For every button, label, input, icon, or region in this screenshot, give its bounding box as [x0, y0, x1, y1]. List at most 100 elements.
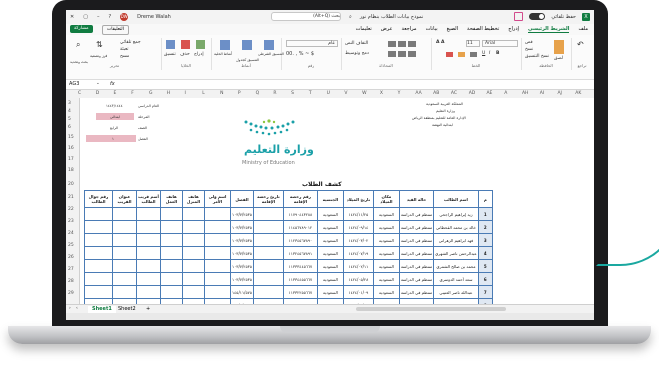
row-number-cell[interactable]: 1 — [477, 207, 493, 221]
row-header[interactable]: 26 — [68, 255, 74, 260]
row-header[interactable]: 22 — [68, 207, 74, 212]
row-header[interactable]: 25 — [68, 243, 74, 248]
close-icon[interactable]: ✕ — [70, 14, 74, 20]
table-cell[interactable] — [84, 220, 113, 234]
clear-button[interactable]: مسح — [120, 54, 129, 59]
table-cell[interactable]: ١٠٣/٧/٢٥٣٥ — [230, 272, 254, 286]
column-header[interactable]: Q — [256, 91, 260, 96]
delete-cells-button[interactable]: حذف — [180, 52, 190, 57]
chevron-down-icon[interactable]: ⌄ — [96, 81, 100, 86]
help-icon[interactable]: ? — [108, 14, 111, 20]
table-cell[interactable]: ١٤٢٤/٠٣/٠٢ — [342, 233, 374, 247]
column-header[interactable]: R — [273, 91, 276, 96]
tab-review[interactable]: مراجعة — [402, 26, 417, 33]
insert-cells-button[interactable]: إدراج — [194, 52, 204, 57]
table-cell[interactable] — [160, 259, 183, 273]
table-cell[interactable]: سعد أحمد الدوسري — [433, 272, 479, 286]
table-cell[interactable] — [182, 220, 205, 234]
number-format-select[interactable]: عام — [286, 40, 338, 47]
align-right-icon[interactable] — [408, 51, 416, 57]
column-header[interactable]: N — [220, 91, 223, 96]
column-header[interactable]: X — [380, 91, 383, 96]
table-cell[interactable] — [252, 272, 284, 286]
table-cell[interactable] — [84, 246, 113, 260]
search-input[interactable]: بحث (Alt+Q) — [271, 12, 341, 21]
next-sheet-icon[interactable]: › — [76, 306, 78, 311]
tab-insert[interactable]: إدراج — [508, 26, 519, 33]
column-header[interactable]: V — [344, 91, 347, 96]
table-cell[interactable]: عبدالله ناصر العتيبي — [433, 285, 479, 299]
number-format-icons[interactable]: $ ~ % ‚ .00 — [286, 51, 314, 57]
table-cell[interactable] — [252, 246, 284, 260]
add-sheet-button[interactable]: + — [142, 306, 154, 313]
table-cell[interactable]: منتظم في الدراسة — [398, 220, 435, 234]
table-cell[interactable]: السعودية — [372, 272, 400, 286]
table-cell[interactable]: منتظم في الدراسة — [398, 285, 435, 299]
column-header[interactable]: W — [362, 91, 366, 96]
row-number-cell[interactable]: 4 — [477, 246, 493, 260]
table-cell[interactable] — [136, 220, 161, 234]
table-cell[interactable]: السعودية — [372, 246, 400, 260]
tab-page-layout[interactable]: تخطيط الصفحة — [467, 26, 499, 33]
table-cell[interactable]: السعودية — [316, 207, 344, 221]
align-center-icon[interactable] — [398, 51, 406, 57]
delete-cells-icon[interactable] — [181, 40, 190, 49]
restore-icon[interactable]: ▢ — [83, 14, 88, 20]
table-cell[interactable]: ١٤٢٤/٠١/٠٩ — [342, 285, 374, 299]
table-cell[interactable] — [204, 246, 231, 260]
row-header[interactable]: 18 — [68, 168, 74, 173]
tab-formulas[interactable]: الصيغ — [447, 26, 458, 33]
column-header[interactable]: U — [327, 91, 330, 96]
format-table-icon[interactable] — [242, 40, 252, 50]
table-cell[interactable]: منتظم في الدراسة — [398, 272, 435, 286]
column-header[interactable]: AC — [451, 91, 457, 96]
table-cell[interactable]: ١٠٣/٧/٢٥٣٥ — [230, 233, 254, 247]
table-cell[interactable]: ١٤٥/١١/٥٧٥ — [230, 285, 254, 299]
table-cell[interactable] — [204, 207, 231, 221]
autosum-button[interactable]: جمع تلقائي — [120, 40, 141, 45]
row-header[interactable]: 3 — [68, 101, 71, 106]
table-cell[interactable]: منتظم في الدراسة — [398, 233, 435, 247]
table-cell[interactable] — [136, 246, 161, 260]
merge-center-button[interactable]: دمج وتوسيط — [345, 51, 369, 56]
conditional-format-icon[interactable] — [264, 40, 274, 50]
row-header[interactable]: 4 — [68, 109, 71, 114]
underline-icon[interactable]: U — [482, 51, 485, 56]
table-cell[interactable]: خالد بن محمد القحطاني — [433, 220, 479, 234]
table-cell[interactable] — [160, 246, 183, 260]
table-cell[interactable]: منتظم في الدراسة — [398, 246, 435, 260]
table-cell[interactable]: السعودية — [372, 233, 400, 247]
table-cell[interactable] — [204, 259, 231, 273]
row-header[interactable]: 23 — [68, 219, 74, 224]
column-header[interactable]: C — [78, 91, 81, 96]
fx-icon[interactable]: fx — [110, 81, 115, 87]
column-header[interactable]: E — [114, 91, 117, 96]
bold-icon[interactable]: B — [496, 51, 499, 56]
table-cell[interactable] — [160, 207, 183, 221]
row-header[interactable]: 27 — [68, 267, 74, 272]
column-header[interactable]: AA — [415, 91, 421, 96]
align-bottom-icon[interactable] — [388, 41, 396, 47]
format-cells-button[interactable]: تنسيق — [164, 52, 176, 57]
table-cell[interactable]: عبدالرحمن ناصر الشهري — [433, 246, 479, 260]
conditional-format-button[interactable]: التنسيق الشرطي — [258, 52, 284, 56]
table-cell[interactable]: ١١٣٣٣٤٤٥٦٦٧ — [282, 259, 318, 273]
find-icon[interactable]: ⌕ — [76, 40, 80, 50]
tab-home[interactable]: الشريط الرئيسي — [527, 26, 570, 33]
horizontal-scrollbar[interactable] — [356, 307, 506, 311]
align-left-icon[interactable] — [388, 51, 396, 57]
row-number-cell[interactable]: 7 — [477, 285, 493, 299]
table-cell[interactable] — [112, 285, 137, 299]
table-cell[interactable] — [204, 285, 231, 299]
table-cell[interactable] — [182, 207, 205, 221]
table-cell[interactable]: السعودية — [372, 285, 400, 299]
tab-view[interactable]: عرض — [381, 26, 393, 33]
table-cell[interactable]: السعودية — [316, 220, 344, 234]
row-header[interactable]: 17 — [68, 157, 74, 162]
sort-filter-icon[interactable]: ⇅ — [96, 40, 103, 49]
table-cell[interactable] — [252, 259, 284, 273]
row-header[interactable]: 15 — [68, 135, 74, 140]
column-header[interactable]: AI — [540, 91, 544, 96]
table-cell[interactable]: ١١٣٣٢٢٥٥٦٦٧ — [282, 285, 318, 299]
table-cell[interactable] — [112, 220, 137, 234]
